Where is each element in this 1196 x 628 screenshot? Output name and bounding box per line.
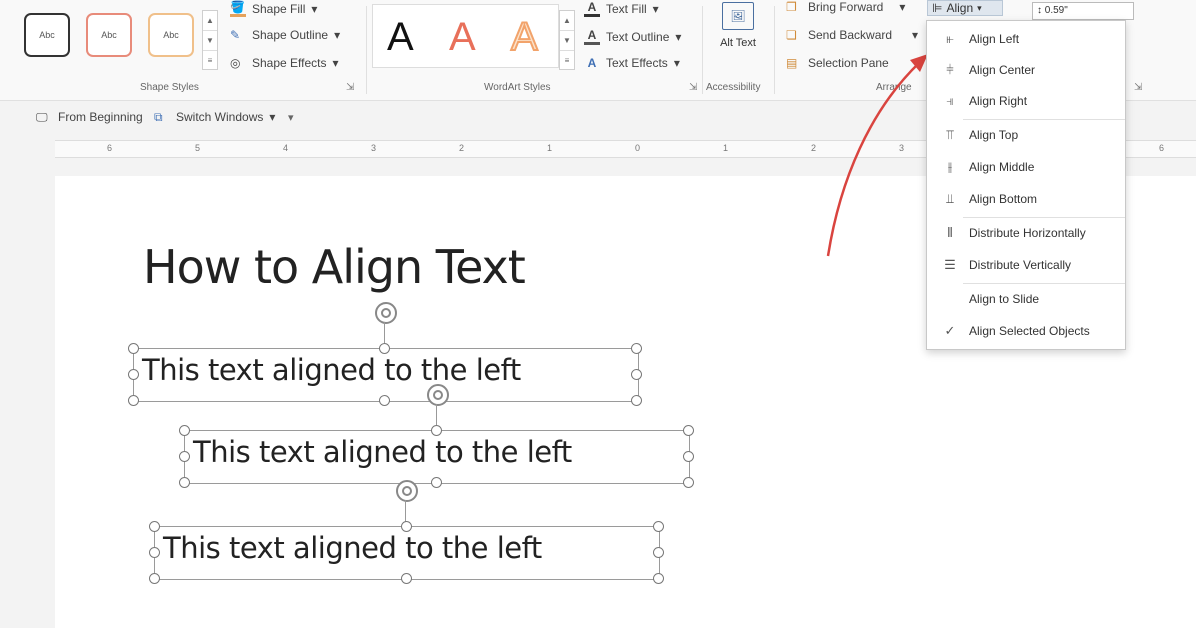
menu-item-align-bottom[interactable]: ⫫ Align Bottom [927,185,1125,213]
menu-item-align-top[interactable]: ⫪ Align Top [927,121,1125,149]
distribute-horizontally-icon: ⦀ [947,225,953,240]
checkmark-icon: ✓ [944,323,956,338]
menu-item-distribute-horizontally[interactable]: ⦀ Distribute Horizontally [927,219,1125,247]
menu-item-align-selected-objects[interactable]: ✓ Align Selected Objects [927,317,1125,345]
align-top-icon: ⫪ [946,127,954,142]
align-bottom-icon: ⫫ [946,191,954,206]
align-dropdown-menu: ⫦ Align Left ⫩ Align Center ⫣ Align Right ⫪… [926,20,1126,350]
align-middle-icon: ⫲ [947,159,953,174]
menu-item-align-center[interactable]: ⫩ Align Center [927,56,1125,84]
align-left-icon: ⫦ [946,31,954,46]
menu-item-align-to-slide[interactable]: Align to Slide [927,285,1125,313]
menu-item-distribute-vertically[interactable]: ☰ Distribute Vertically [927,251,1125,279]
menu-item-align-left[interactable]: ⫦ Align Left [927,25,1125,53]
menu-item-align-middle[interactable]: ⫲ Align Middle [927,153,1125,181]
distribute-vertically-icon: ☰ [944,257,956,272]
align-center-icon: ⫩ [946,62,954,77]
menu-item-align-right[interactable]: ⫣ Align Right [927,87,1125,115]
align-right-icon: ⫣ [946,93,954,108]
